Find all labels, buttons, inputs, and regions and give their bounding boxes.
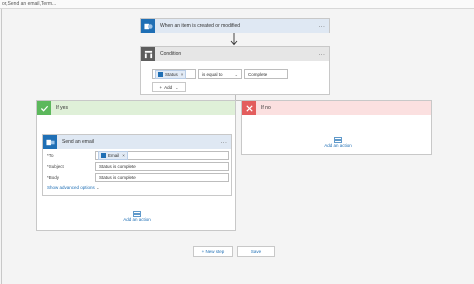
condition-icon <box>141 47 155 61</box>
check-icon <box>37 101 51 115</box>
add-action-yes-label: Add an action <box>123 217 151 222</box>
email-token-label: Email <box>108 153 120 158</box>
outlook-icon <box>43 135 57 149</box>
send-email-header[interactable]: Send an email ... <box>43 135 231 149</box>
if-no-label: If no <box>261 105 271 111</box>
if-yes-label: If yes <box>56 105 68 111</box>
sharepoint-token-icon <box>101 153 106 158</box>
add-condition-label: Add <box>164 84 173 90</box>
to-input[interactable]: Email × <box>95 151 229 160</box>
trigger-header[interactable]: When an item is created or modified ... <box>141 19 329 33</box>
if-yes-header: If yes <box>37 101 235 115</box>
trigger-label: When an item is created or modified <box>160 23 241 29</box>
send-email-label: Send an email <box>62 139 94 145</box>
if-yes-branch: If yes Send an email ... *To Email × *Su… <box>36 100 236 231</box>
subject-input[interactable]: Status is complete <box>95 162 229 171</box>
close-icon <box>242 101 256 115</box>
chevron-down-icon: ⌄ <box>234 71 238 77</box>
send-email-card[interactable]: Send an email ... *To Email × *Subject S… <box>42 134 232 196</box>
send-email-more-icon[interactable]: ... <box>217 139 231 145</box>
show-advanced-options-link[interactable]: Show advanced options ⌄ <box>47 185 99 190</box>
email-token[interactable]: Email × <box>98 151 128 160</box>
body-input[interactable]: Status is complete <box>95 173 229 182</box>
body-label: *Body <box>47 175 60 180</box>
condition-value: Complete <box>248 71 268 77</box>
if-no-branch: If no Add an action <box>241 100 432 155</box>
condition-field-input[interactable]: Status × <box>152 69 196 79</box>
add-action-yes[interactable]: Add an action <box>117 211 157 223</box>
show-advanced-options-label: Show advanced options <box>47 185 95 190</box>
subject-value: Status is complete <box>99 164 136 169</box>
left-border <box>1 9 2 284</box>
remove-token-icon[interactable]: × <box>122 153 125 158</box>
chevron-down-icon: ⌄ <box>175 84 179 90</box>
down-arrow-icon <box>230 33 238 46</box>
trigger-more-icon[interactable]: ... <box>315 23 329 29</box>
subject-label: *Subject <box>47 164 64 169</box>
to-label: *To <box>47 153 54 158</box>
save-button[interactable]: Save <box>237 246 275 257</box>
window-title: or,Send an email,Term... <box>0 0 474 9</box>
condition-card[interactable]: Condition ... Status × is equal to ⌄ Com… <box>140 46 330 95</box>
condition-header[interactable]: Condition ... <box>141 47 329 61</box>
add-condition-button[interactable]: + Add ⌄ <box>152 82 186 92</box>
chevron-down-icon: ⌄ <box>96 185 100 190</box>
if-no-header: If no <box>242 101 431 115</box>
condition-more-icon[interactable]: ... <box>315 51 329 57</box>
condition-label: Condition <box>160 51 182 57</box>
add-action-no-label: Add an action <box>324 143 352 148</box>
new-step-button[interactable]: + New step <box>193 246 233 257</box>
trigger-card[interactable]: When an item is created or modified ... <box>140 18 330 33</box>
remove-token-icon[interactable]: × <box>181 72 184 77</box>
status-token[interactable]: Status × <box>155 69 187 79</box>
operator-select[interactable]: is equal to ⌄ <box>198 69 242 79</box>
plus-icon: + <box>159 84 163 90</box>
sharepoint-icon <box>141 19 155 33</box>
operator-value: is equal to <box>202 71 223 77</box>
status-token-label: Status <box>165 71 178 77</box>
add-action-no[interactable]: Add an action <box>318 137 358 149</box>
sharepoint-token-icon <box>158 71 163 77</box>
condition-value-input[interactable]: Complete <box>244 69 288 79</box>
body-value: Status is complete <box>99 175 136 180</box>
